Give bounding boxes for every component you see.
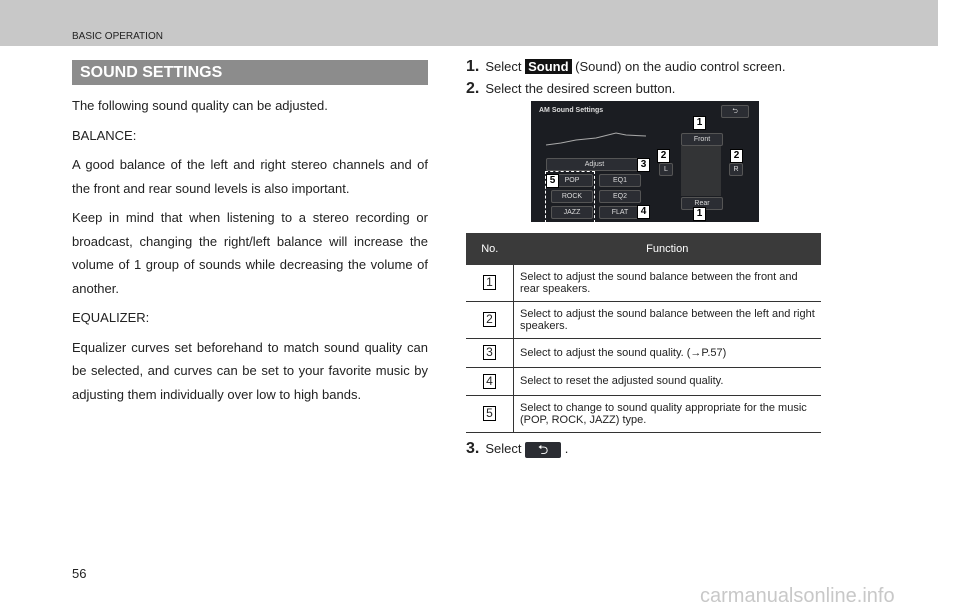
step-number: 2. xyxy=(466,80,480,97)
callout: 5 xyxy=(546,174,559,188)
section-label: BASIC OPERATION xyxy=(72,31,163,42)
callout: 1 xyxy=(693,207,706,221)
table-row: 5 Select to change to sound quality appro… xyxy=(466,395,821,433)
screen-title: AM Sound Settings xyxy=(539,107,604,114)
return-arrow-icon: ⮌ xyxy=(721,105,749,118)
paragraph: BALANCE: xyxy=(72,127,137,143)
page-header: BASIC OPERATION xyxy=(0,0,938,46)
step-text: Select the desired screen button. xyxy=(485,81,676,96)
left-button: L xyxy=(659,163,673,176)
column-header: No. xyxy=(466,233,514,265)
paragraph: Keep in mind that when listening to a st… xyxy=(72,210,428,296)
step-3: 3. Select ⮌ . xyxy=(466,440,568,458)
step-2: 2. Select the desired screen button. xyxy=(466,80,675,98)
adjust-button: Adjust xyxy=(546,158,643,171)
row-text: Select to reset the adjusted sound quali… xyxy=(513,367,821,396)
sound-button-label: Sound xyxy=(525,59,572,74)
column-header: Function xyxy=(513,233,821,265)
callout: 2 xyxy=(657,149,670,163)
table-row: 1 Select to adjust the sound balance betw… xyxy=(466,265,821,302)
paragraph: Equalizer curves set beforehand to match… xyxy=(72,339,428,402)
watermark: carmanualsonline.info xyxy=(700,585,895,607)
paragraph: A good balance of the left and right ste… xyxy=(72,157,428,196)
callout: 1 xyxy=(693,116,706,130)
body-text: The following sound quality can be adjus… xyxy=(72,94,428,412)
section-title: SOUND SETTINGS xyxy=(72,60,428,85)
return-arrow-icon: ⮌ xyxy=(525,441,562,458)
row-text: Select to adjust the sound balance betwe… xyxy=(513,301,821,339)
table-row: 3 Select to adjust the sound quality. (→P… xyxy=(466,338,821,368)
callout: 2 xyxy=(730,149,743,163)
step-text: (Sound) on the audio control screen. xyxy=(575,59,786,74)
row-number: 1 xyxy=(483,275,496,291)
row-text: Select to change to sound quality approp… xyxy=(513,395,821,433)
table-row: 2 Select to adjust the sound balance betw… xyxy=(466,301,821,339)
table-row: 4 Select to reset the adjusted sound qual… xyxy=(466,367,821,396)
right-button: R xyxy=(729,163,743,176)
step-text: . xyxy=(564,441,569,456)
row-text: Select to adjust the sound quality. (→P.… xyxy=(513,338,821,368)
step-number: 1. xyxy=(466,58,480,75)
flat-button: FLAT xyxy=(599,206,641,219)
front-button: Front xyxy=(681,133,723,146)
row-number: 2 xyxy=(483,312,496,327)
step-number: 3. xyxy=(466,440,480,457)
eq-curve xyxy=(546,132,646,146)
page-number: 56 xyxy=(72,566,87,581)
step-text: Select xyxy=(485,59,522,74)
callout: 3 xyxy=(637,158,650,172)
step-1: 1. Select Sound (Sound) on the audio cont… xyxy=(466,58,785,76)
row-number: 4 xyxy=(483,373,496,389)
callout: 4 xyxy=(637,205,650,219)
step-text: Select xyxy=(485,441,522,456)
row-number: 3 xyxy=(483,345,496,360)
paragraph: The following sound quality can be adjus… xyxy=(72,98,328,113)
sound-settings-screenshot: AM Sound Settings ⮌ Front Rear L R Adjus… xyxy=(531,101,759,223)
paragraph: EQUALIZER: xyxy=(72,310,150,325)
function-table: No. Function 1 Select to adjust the sound … xyxy=(466,233,821,433)
eq1-button: EQ1 xyxy=(599,174,641,187)
row-number: 5 xyxy=(483,406,496,421)
eq2-button: EQ2 xyxy=(599,190,641,203)
row-text: Select to adjust the sound balance betwe… xyxy=(513,265,821,302)
seat-diagram xyxy=(681,146,721,196)
